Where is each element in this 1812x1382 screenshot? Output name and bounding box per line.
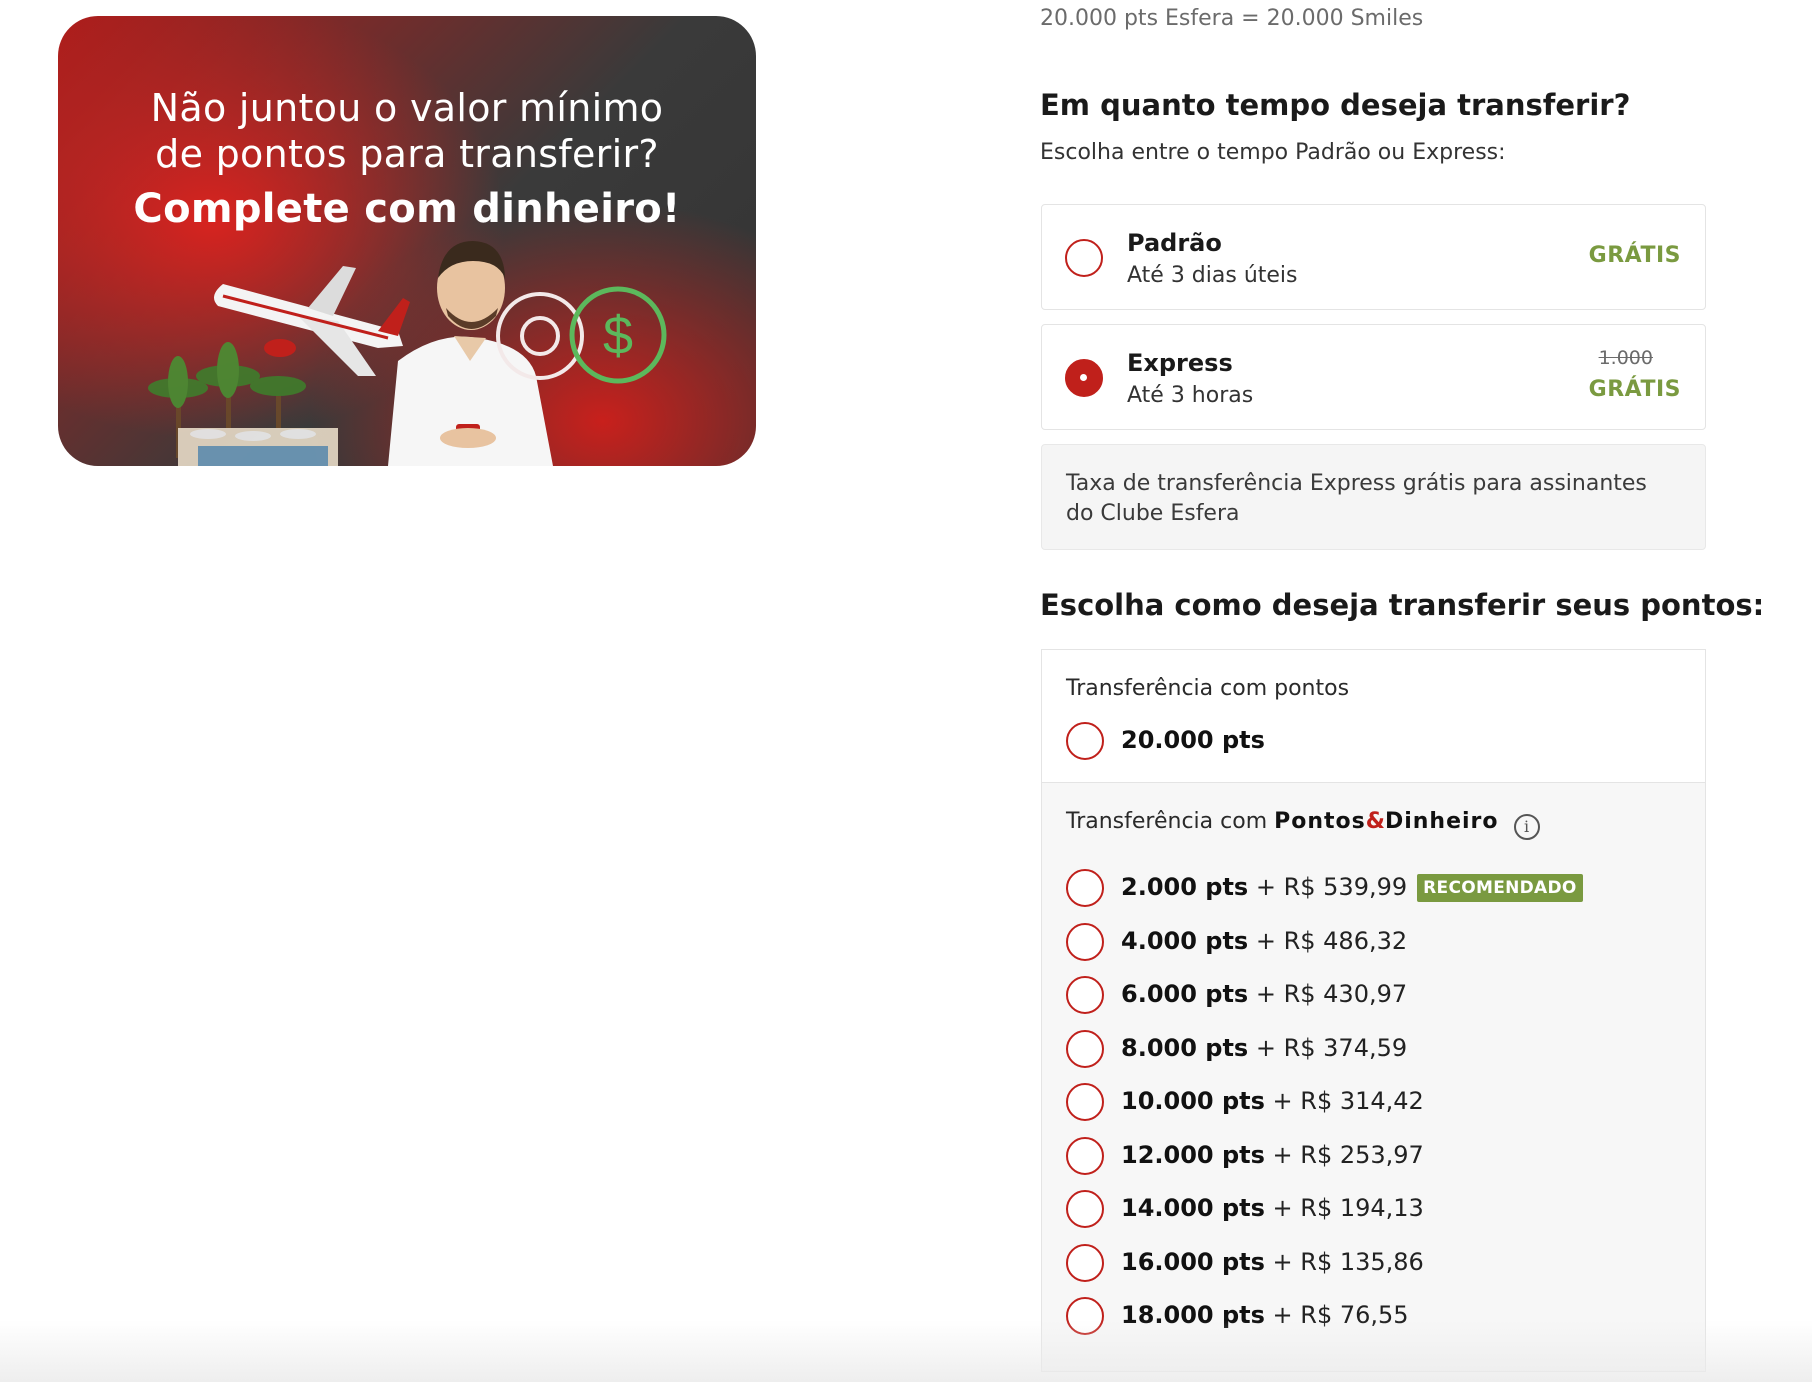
mix-option-radio[interactable] (1066, 869, 1104, 907)
conversion-rate-text: 20.000 pts Esfera = 20.000 Smiles (1040, 6, 1424, 31)
brand-pontos: Pontos (1274, 809, 1366, 834)
mix-option-radio[interactable] (1066, 1137, 1104, 1175)
points-only-label: Transferência com pontos (1066, 676, 1350, 701)
brand-ampersand: & (1365, 809, 1385, 834)
option-old-price: 1.000 (1598, 347, 1653, 369)
time-option-padrao[interactable]: Padrão Até 3 dias úteis GRÁTIS (1041, 204, 1706, 310)
time-section-title: Em quanto tempo deseja transferir? (1040, 88, 1631, 122)
option-price: GRÁTIS (1588, 243, 1681, 268)
info-icon[interactable]: i (1513, 814, 1540, 840)
palm-trees-icon (148, 342, 338, 466)
recommended-badge: RECOMENDADO (1417, 874, 1583, 902)
dollar-coin-icon: $ (569, 286, 667, 384)
mix-option-text: 10.000 pts + R$ 314,42 (1121, 1087, 1424, 1115)
svg-text:$: $ (603, 306, 633, 366)
radio-points-only[interactable] (1066, 722, 1104, 760)
mix-option-text: 8.000 pts + R$ 374,59 (1121, 1034, 1408, 1062)
mix-option-text: 12.000 pts + R$ 253,97 (1121, 1141, 1424, 1169)
option-subtitle: Até 3 horas (1127, 383, 1254, 408)
label-prefix: Transferência com (1066, 809, 1268, 834)
radio-padrao[interactable] (1065, 239, 1103, 277)
mix-option-text: 2.000 pts + R$ 539,99 RECOMENDADO (1121, 873, 1583, 904)
option-subtitle: Até 3 dias úteis (1127, 263, 1298, 288)
option-title: Express (1127, 349, 1233, 377)
mix-option-radio[interactable] (1066, 1190, 1104, 1228)
banner-headline-3: Complete com dinheiro! (133, 186, 681, 232)
points-and-money-box: Transferência com Pontos&Dinheiro i 2.00… (1041, 782, 1706, 1372)
mix-option-radio[interactable] (1066, 1030, 1104, 1068)
time-section-subtitle: Escolha entre o tempo Padrão ou Express: (1040, 140, 1506, 165)
option-price: GRÁTIS (1588, 377, 1681, 402)
option-title: Padrão (1127, 229, 1222, 257)
express-fee-note: Taxa de transferência Express grátis par… (1041, 444, 1706, 550)
man-with-phone-illustration (388, 241, 553, 466)
points-only-value: 20.000 pts (1121, 726, 1265, 754)
mix-option-text: 6.000 pts + R$ 430,97 (1121, 980, 1408, 1008)
mix-option-radio[interactable] (1066, 976, 1104, 1014)
airplane-icon (214, 266, 410, 376)
mix-option-text: 16.000 pts + R$ 135,86 (1121, 1248, 1424, 1276)
coin-outline-icon (496, 292, 584, 380)
mix-option-text: 14.000 pts + R$ 194,13 (1121, 1194, 1424, 1222)
transfer-section-title: Escolha como deseja transferir seus pont… (1040, 588, 1765, 622)
mix-option-radio[interactable] (1066, 923, 1104, 961)
points-and-money-label: Transferência com Pontos&Dinheiro i (1066, 809, 1540, 840)
mix-option-text: 4.000 pts + R$ 486,32 (1121, 927, 1408, 955)
points-only-box: Transferência com pontos 20.000 pts (1041, 649, 1706, 782)
mix-option-radio[interactable] (1066, 1244, 1104, 1282)
mix-option-radio[interactable] (1066, 1083, 1104, 1121)
banner-headline-1: Não juntou o valor mínimo (150, 86, 664, 130)
time-option-express[interactable]: Express Até 3 horas 1.000 GRÁTIS (1041, 324, 1706, 430)
promo-banner[interactable]: $ Não juntou o valor mínimo de pontos pa… (58, 16, 756, 466)
brand-dinheiro: Dinheiro (1384, 809, 1499, 834)
banner-headline-2: de pontos para transferir? (155, 132, 659, 176)
banner-illustration: $ (148, 241, 667, 466)
radio-express[interactable] (1065, 359, 1103, 397)
bottom-scroll-fade (0, 1320, 1812, 1382)
